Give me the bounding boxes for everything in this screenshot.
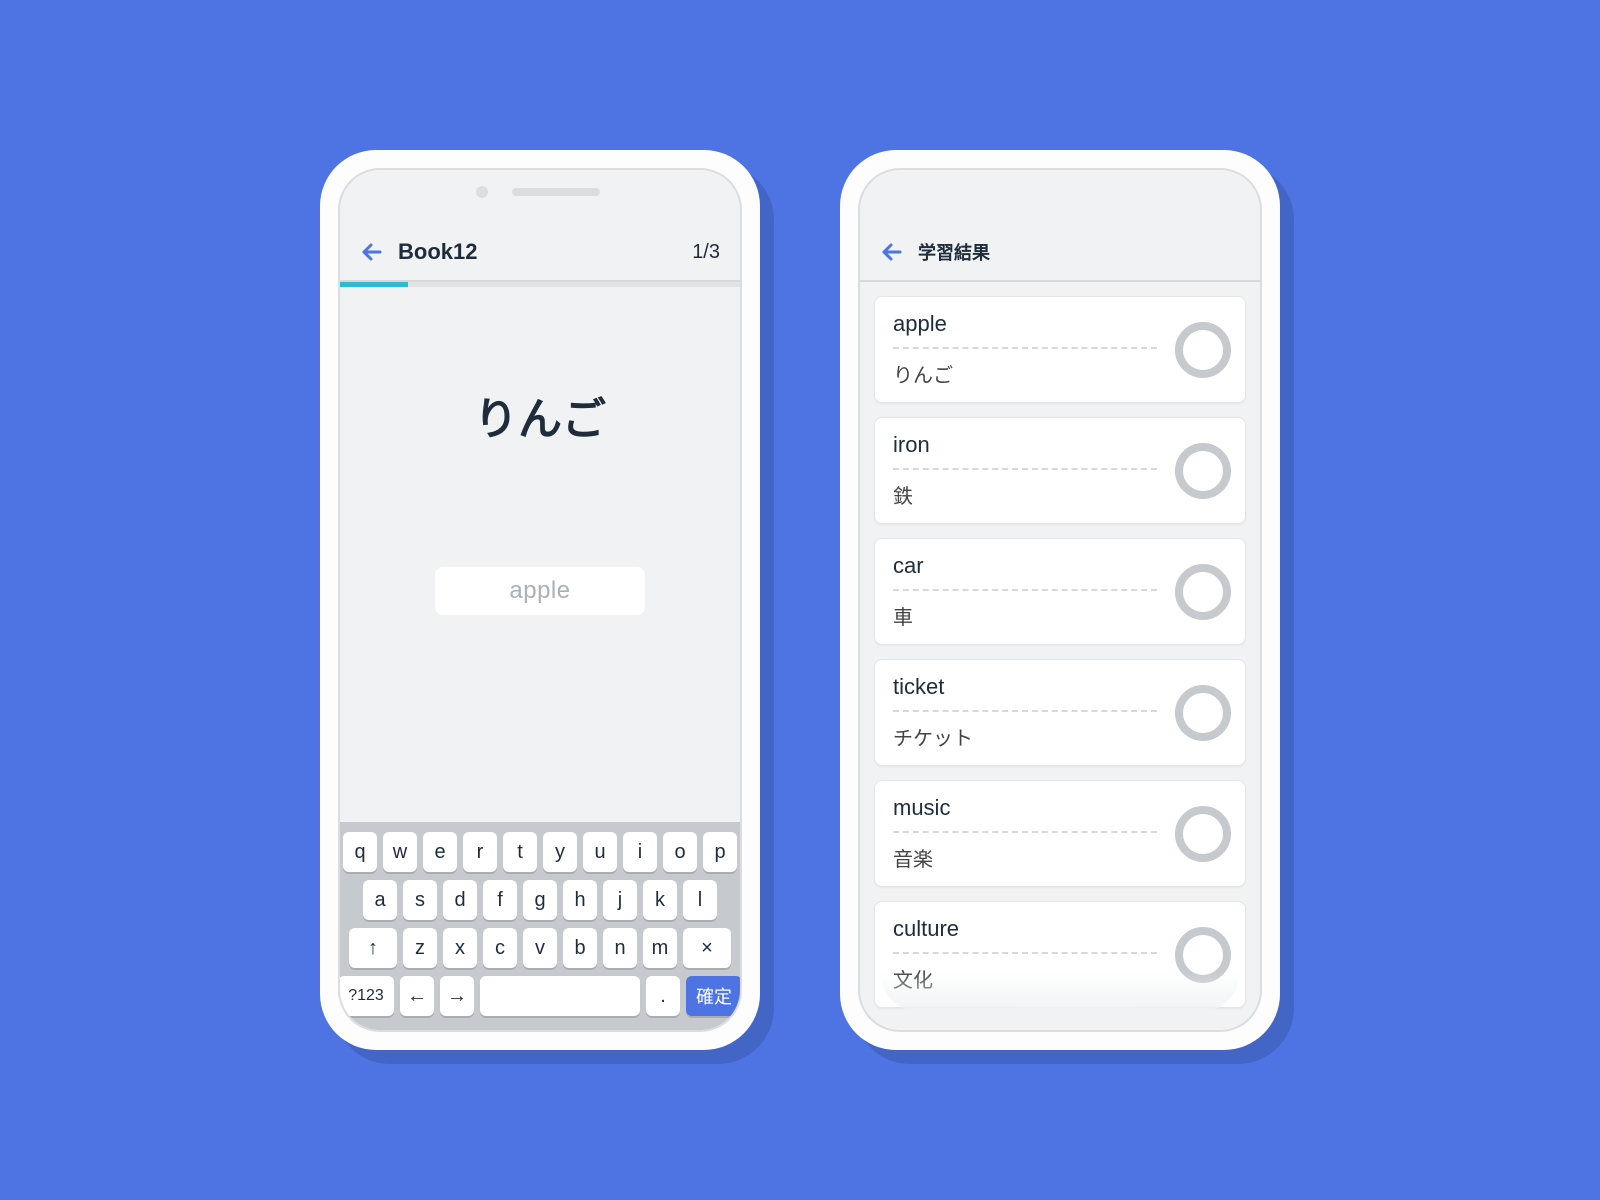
result-item[interactable]: car 車 bbox=[874, 538, 1246, 645]
key-c[interactable]: c bbox=[483, 928, 517, 968]
key-m[interactable]: m bbox=[643, 928, 677, 968]
key-g[interactable]: g bbox=[523, 880, 557, 920]
answer-input[interactable]: apple bbox=[435, 567, 645, 615]
result-jp: 音楽 bbox=[893, 843, 1227, 872]
key-r[interactable]: r bbox=[463, 832, 497, 872]
key-p[interactable]: p bbox=[703, 832, 737, 872]
key-v[interactable]: v bbox=[523, 928, 557, 968]
result-divider bbox=[893, 952, 1157, 954]
correct-circle-icon bbox=[1175, 443, 1231, 499]
keyboard-row-1: q w e r t y u i o p bbox=[348, 832, 732, 872]
quiz-card: りんご apple bbox=[340, 287, 740, 822]
result-divider bbox=[893, 710, 1157, 712]
key-b[interactable]: b bbox=[563, 928, 597, 968]
key-enter[interactable]: 確定 bbox=[686, 976, 742, 1016]
quiz-header: Book12 1/3 bbox=[340, 224, 740, 282]
results-header: 学習結果 bbox=[860, 224, 1260, 282]
quiz-counter: 1/3 bbox=[692, 241, 720, 264]
result-en: music bbox=[893, 795, 1227, 821]
keyboard-row-3: ↑ z x c v b n m × bbox=[348, 928, 732, 968]
prompt-word: りんご bbox=[474, 383, 606, 447]
key-j[interactable]: j bbox=[603, 880, 637, 920]
result-divider bbox=[893, 468, 1157, 470]
back-arrow-icon[interactable] bbox=[880, 240, 904, 264]
quiz-title: Book12 bbox=[398, 239, 477, 265]
soft-keyboard: q w e r t y u i o p a s d f g h j k l bbox=[340, 822, 740, 1030]
result-jp: りんご bbox=[893, 359, 1227, 388]
correct-circle-icon bbox=[1175, 806, 1231, 862]
key-q[interactable]: q bbox=[343, 832, 377, 872]
key-i[interactable]: i bbox=[623, 832, 657, 872]
key-u[interactable]: u bbox=[583, 832, 617, 872]
key-s[interactable]: s bbox=[403, 880, 437, 920]
result-divider bbox=[893, 831, 1157, 833]
result-divider bbox=[893, 589, 1157, 591]
key-mode-switch[interactable]: ?123 bbox=[338, 976, 394, 1016]
phone-left: Book12 1/3 りんご apple q w e r t y u i o p bbox=[320, 150, 760, 1050]
result-jp: 車 bbox=[893, 601, 1227, 630]
result-item[interactable]: music 音楽 bbox=[874, 780, 1246, 887]
phone-speaker bbox=[512, 188, 600, 196]
key-d[interactable]: d bbox=[443, 880, 477, 920]
key-x[interactable]: x bbox=[443, 928, 477, 968]
key-n[interactable]: n bbox=[603, 928, 637, 968]
key-y[interactable]: y bbox=[543, 832, 577, 872]
correct-circle-icon bbox=[1175, 685, 1231, 741]
result-item[interactable]: culture 文化 bbox=[874, 901, 1246, 1008]
key-cursor-right[interactable]: → bbox=[440, 976, 474, 1016]
result-en: ticket bbox=[893, 674, 1227, 700]
result-jp: チケット bbox=[893, 722, 1227, 751]
result-jp: 文化 bbox=[893, 964, 1227, 993]
key-l[interactable]: l bbox=[683, 880, 717, 920]
result-divider bbox=[893, 347, 1157, 349]
results-title: 学習結果 bbox=[918, 239, 990, 265]
key-period[interactable]: . bbox=[646, 976, 680, 1016]
keyboard-row-4: ?123 ← → . 確定 bbox=[348, 976, 732, 1016]
result-item[interactable]: ticket チケット bbox=[874, 659, 1246, 766]
key-h[interactable]: h bbox=[563, 880, 597, 920]
key-space[interactable] bbox=[480, 976, 640, 1016]
key-f[interactable]: f bbox=[483, 880, 517, 920]
result-en: culture bbox=[893, 916, 1227, 942]
key-e[interactable]: e bbox=[423, 832, 457, 872]
result-en: iron bbox=[893, 432, 1227, 458]
key-a[interactable]: a bbox=[363, 880, 397, 920]
key-w[interactable]: w bbox=[383, 832, 417, 872]
key-t[interactable]: t bbox=[503, 832, 537, 872]
key-k[interactable]: k bbox=[643, 880, 677, 920]
correct-circle-icon bbox=[1175, 927, 1231, 983]
back-arrow-icon[interactable] bbox=[360, 240, 384, 264]
phone-right-screen: 学習結果 apple りんご iron 鉄 car 車 bbox=[858, 168, 1262, 1032]
result-item[interactable]: apple りんご bbox=[874, 296, 1246, 403]
phone-camera-dot bbox=[476, 186, 488, 198]
key-cursor-left[interactable]: ← bbox=[400, 976, 434, 1016]
result-en: apple bbox=[893, 311, 1227, 337]
correct-circle-icon bbox=[1175, 322, 1231, 378]
key-backspace[interactable]: × bbox=[683, 928, 731, 968]
result-item[interactable]: iron 鉄 bbox=[874, 417, 1246, 524]
phone-right: 学習結果 apple りんご iron 鉄 car 車 bbox=[840, 150, 1280, 1050]
key-z[interactable]: z bbox=[403, 928, 437, 968]
keyboard-row-2: a s d f g h j k l bbox=[348, 880, 732, 920]
phone-left-screen: Book12 1/3 りんご apple q w e r t y u i o p bbox=[338, 168, 742, 1032]
correct-circle-icon bbox=[1175, 564, 1231, 620]
result-jp: 鉄 bbox=[893, 480, 1227, 509]
key-shift[interactable]: ↑ bbox=[349, 928, 397, 968]
results-list[interactable]: apple りんご iron 鉄 car 車 ticket チケット bbox=[860, 282, 1260, 1030]
key-o[interactable]: o bbox=[663, 832, 697, 872]
result-en: car bbox=[893, 553, 1227, 579]
